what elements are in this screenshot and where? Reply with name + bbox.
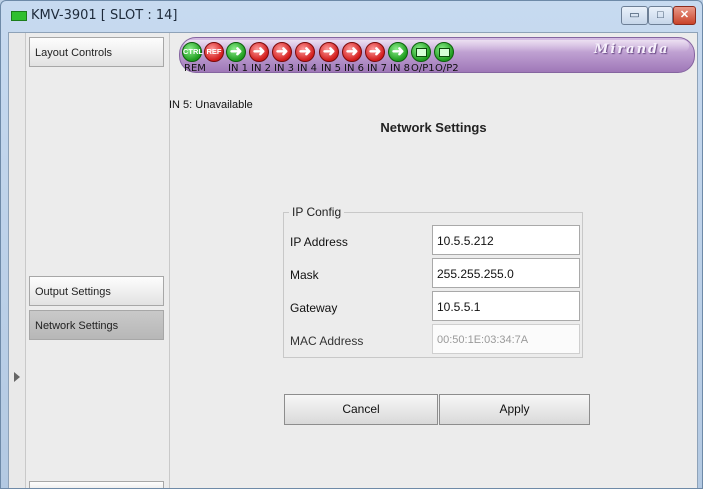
input-2-arrow-icon[interactable]: ➜	[249, 42, 269, 62]
indicator-label-in1: IN 1	[228, 63, 248, 74]
maximize-button[interactable]: □	[648, 6, 673, 25]
client-area: Layout Controls Output Settings Network …	[8, 32, 698, 488]
input-6-arrow-icon[interactable]: ➜	[342, 42, 362, 62]
arrow-right-icon: ➜	[345, 43, 359, 60]
input-7-arrow-icon[interactable]: ➜	[365, 42, 385, 62]
indicator-label-op1: O/P1	[411, 63, 435, 74]
status-message: IN 5: Unavailable	[169, 99, 253, 111]
mask-field[interactable]: 255.255.255.0	[432, 258, 580, 288]
sidebar-item-network-settings[interactable]: Network Settings	[29, 310, 164, 340]
apply-button[interactable]: Apply	[439, 394, 590, 425]
arrow-right-icon: ➜	[252, 43, 266, 60]
page-title: Network Settings	[380, 120, 487, 135]
monitor-icon	[438, 48, 450, 57]
mask-label: Mask	[290, 268, 319, 282]
group-legend: IP Config	[289, 205, 345, 219]
arrow-right-icon: ➜	[391, 43, 405, 60]
sidebar-item-layout-controls[interactable]: Layout Controls	[29, 37, 164, 67]
arrow-right-icon: ➜	[368, 43, 382, 60]
output-2-monitor-icon[interactable]	[434, 42, 454, 62]
expand-arrow-icon[interactable]	[14, 372, 20, 382]
input-8-arrow-icon[interactable]: ➜	[388, 42, 408, 62]
mac-address-field: 00:50:1E:03:34:7A	[432, 324, 580, 354]
status-led-icon	[11, 11, 27, 21]
indicator-label-in5: IN 5	[321, 63, 341, 74]
indicator-label-in2: IN 2	[251, 63, 271, 74]
indicator-label-in3: IN 3	[274, 63, 294, 74]
cancel-button[interactable]: Cancel	[284, 394, 438, 425]
arrow-right-icon: ➜	[229, 43, 243, 60]
collapse-strip[interactable]	[9, 33, 26, 488]
brand-logo: Miranda	[594, 42, 670, 57]
minimize-button[interactable]: ▭	[621, 6, 648, 25]
indicator-label-rem: REM	[184, 63, 206, 74]
arrow-right-icon: ➜	[298, 43, 312, 60]
ip-config-group: IP Config IP Address 10.5.5.212 Mask 255…	[283, 205, 583, 358]
monitor-icon	[415, 48, 427, 57]
input-5-arrow-icon[interactable]: ➜	[319, 42, 339, 62]
indicator-label-in8: IN 8	[390, 63, 410, 74]
mac-address-label: MAC Address	[290, 334, 364, 348]
ref-indicator-icon[interactable]: REF	[204, 42, 224, 62]
window-title: KMV-3901 [ SLOT : 14]	[31, 8, 178, 23]
indicator-label-op2: O/P2	[435, 63, 459, 74]
app-window: KMV-3901 [ SLOT : 14] ▭ □ ✕ Layout Contr…	[0, 0, 703, 489]
main-panel: Miranda CTRL REM REF ➜ IN 1 ➜ IN 2 ➜ IN …	[169, 33, 697, 488]
arrow-right-icon: ➜	[322, 43, 336, 60]
input-3-arrow-icon[interactable]: ➜	[272, 42, 292, 62]
indicator-label-in6: IN 6	[344, 63, 364, 74]
sidebar-item-output-settings[interactable]: Output Settings	[29, 276, 164, 306]
title-bar[interactable]: KMV-3901 [ SLOT : 14] ▭ □ ✕	[1, 1, 702, 31]
ip-address-label: IP Address	[290, 235, 348, 249]
input-1-arrow-icon[interactable]: ➜	[226, 42, 246, 62]
output-1-monitor-icon[interactable]	[411, 42, 431, 62]
ip-address-field[interactable]: 10.5.5.212	[432, 225, 580, 255]
sidebar: Layout Controls Output Settings Network …	[26, 33, 170, 488]
input-4-arrow-icon[interactable]: ➜	[295, 42, 315, 62]
indicator-label-in4: IN 4	[297, 63, 317, 74]
close-button[interactable]: ✕	[673, 6, 696, 25]
gateway-label: Gateway	[290, 301, 338, 315]
gateway-field[interactable]: 10.5.5.1	[432, 291, 580, 321]
sidebar-item-extra[interactable]	[29, 481, 164, 488]
ctrl-indicator-icon[interactable]: CTRL	[182, 42, 203, 62]
indicator-label-in7: IN 7	[367, 63, 387, 74]
arrow-right-icon: ➜	[275, 43, 289, 60]
